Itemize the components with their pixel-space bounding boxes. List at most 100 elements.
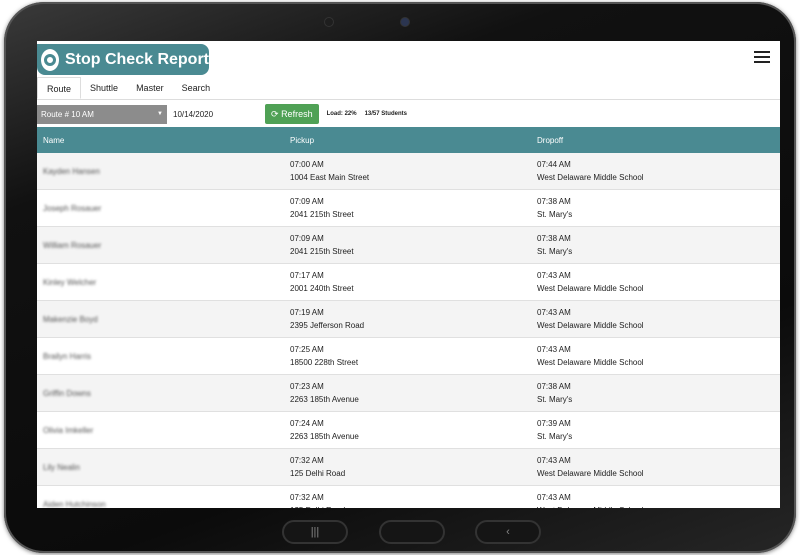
- table-header: Name Pickup Dropoff: [37, 127, 780, 153]
- student-name: Lily Nealin: [43, 462, 80, 472]
- dropoff-time: 07:43 AM: [537, 493, 571, 502]
- table-row[interactable]: Joseph Rosauer 07:09 AM 2041 215th Street 0…: [37, 190, 780, 227]
- logo-icon: [41, 48, 59, 71]
- pickup-time: 07:23 AM: [290, 382, 324, 391]
- student-name: Olivia Imkeller: [43, 425, 94, 435]
- dropoff-time: 07:44 AM: [537, 160, 571, 169]
- pickup-location: 2263 185th Avenue: [290, 432, 359, 441]
- recents-icon: |||: [310, 526, 320, 538]
- stop-table: Name Pickup Dropoff Kayden Hansen 07:00 A…: [37, 127, 780, 508]
- dropoff-cell: 07:43 AM West Delaware Middle School: [532, 486, 780, 508]
- dropoff-location: St. Mary's: [537, 247, 573, 256]
- column-header-name[interactable]: Name: [37, 136, 285, 145]
- recents-button[interactable]: |||: [282, 520, 348, 544]
- dropoff-cell: 07:43 AM West Delaware Middle School: [532, 338, 780, 374]
- tablet-frame: Stop Check Report Route Shuttle Master S…: [4, 2, 796, 553]
- pickup-time: 07:09 AM: [290, 197, 324, 206]
- pickup-time: 07:25 AM: [290, 345, 324, 354]
- pickup-cell: 07:25 AM 18500 228th Street: [285, 338, 532, 374]
- dropoff-location: St. Mary's: [537, 395, 573, 404]
- student-name: Joseph Rosauer: [43, 203, 102, 213]
- table-row[interactable]: Griffin Downs 07:23 AM 2263 185th Avenue 07…: [37, 375, 780, 412]
- dropoff-location: West Delaware Middle School: [537, 504, 780, 508]
- pickup-location: 125 Delhi Road: [290, 469, 346, 478]
- pickup-location: 2263 185th Avenue: [290, 395, 359, 404]
- dropoff-time: 07:39 AM: [537, 419, 571, 428]
- dropoff-time: 07:38 AM: [537, 234, 571, 243]
- pickup-cell: 07:09 AM 2041 215th Street: [285, 190, 532, 226]
- table-row[interactable]: Kinley Welcher 07:17 AM 2001 240th Street 0…: [37, 264, 780, 301]
- dropoff-location: West Delaware Middle School: [537, 284, 644, 293]
- table-row[interactable]: Kayden Hansen 07:00 AM 1004 East Main Stre…: [37, 153, 780, 190]
- dropoff-cell: 07:39 AM St. Mary's: [532, 412, 780, 448]
- app-header: Stop Check Report: [37, 41, 780, 77]
- dropoff-cell: 07:43 AM West Delaware Middle School: [532, 264, 780, 300]
- dropoff-location: West Delaware Middle School: [537, 358, 644, 367]
- refresh-button[interactable]: ⟳ Refresh: [265, 104, 319, 124]
- load-stat: Load: 22%: [326, 111, 357, 117]
- dropoff-cell: 07:38 AM St. Mary's: [532, 375, 780, 411]
- dropoff-time: 07:43 AM: [537, 456, 571, 465]
- pickup-location: 18500 228th Street: [290, 358, 359, 367]
- table-body: Kayden Hansen 07:00 AM 1004 East Main Stre…: [37, 153, 780, 508]
- dropoff-time: 07:38 AM: [537, 197, 571, 206]
- student-name-cell: Olivia Imkeller: [37, 412, 285, 448]
- student-name-cell: Lily Nealin: [37, 449, 285, 485]
- dropoff-location: West Delaware Middle School: [537, 469, 644, 478]
- refresh-label: Refresh: [281, 109, 313, 119]
- app-screen: Stop Check Report Route Shuttle Master S…: [37, 41, 780, 508]
- caret-down-icon: ▼: [157, 110, 163, 117]
- dropoff-time: 07:43 AM: [537, 271, 571, 280]
- student-name-cell: Brailyn Harris: [37, 338, 285, 374]
- table-row[interactable]: William Rosauer 07:09 AM 2041 215th Street…: [37, 227, 780, 264]
- filter-toolbar: Route # 10 AM ▼ 10/14/2020 ⟳ Refresh Loa…: [37, 102, 780, 126]
- hamburger-menu-icon[interactable]: [754, 51, 770, 63]
- route-select[interactable]: Route # 10 AM ▼: [37, 104, 167, 124]
- tab-master[interactable]: Master: [127, 77, 173, 99]
- dropoff-cell: 07:43 AM West Delaware Middle School: [532, 449, 780, 485]
- pickup-time: 07:24 AM: [290, 419, 324, 428]
- pickup-time: 07:32 AM: [290, 456, 324, 465]
- pickup-time: 07:19 AM: [290, 308, 324, 317]
- table-row[interactable]: Aiden Hutchinson07:32 AM125 Delhi Road07…: [37, 486, 780, 508]
- table-row[interactable]: Makenzie Boyd 07:19 AM 2395 Jefferson Road…: [37, 301, 780, 338]
- table-row[interactable]: Olivia Imkeller 07:24 AM 2263 185th Avenue…: [37, 412, 780, 449]
- dropoff-cell: 07:38 AM St. Mary's: [532, 227, 780, 263]
- tab-route[interactable]: Route: [37, 77, 82, 99]
- date-field[interactable]: 10/14/2020: [167, 105, 257, 124]
- student-name-cell: William Rosauer: [37, 227, 285, 263]
- pickup-cell: 07:23 AM 2263 185th Avenue: [285, 375, 532, 411]
- student-name: Kayden Hansen: [43, 166, 100, 176]
- pickup-location: 2001 240th Street: [290, 284, 354, 293]
- pickup-cell: 07:09 AM 2041 215th Street: [285, 227, 532, 263]
- student-name: Griffin Downs: [43, 388, 91, 398]
- dropoff-location: West Delaware Middle School: [537, 173, 644, 182]
- column-header-dropoff[interactable]: Dropoff: [532, 134, 780, 147]
- dropoff-location: St. Mary's: [537, 432, 573, 441]
- tab-shuttle[interactable]: Shuttle: [81, 77, 127, 99]
- tab-search[interactable]: Search: [173, 77, 220, 99]
- dropoff-cell: 07:43 AM West Delaware Middle School: [532, 301, 780, 337]
- student-name: William Rosauer: [43, 240, 102, 250]
- column-header-pickup[interactable]: Pickup: [285, 134, 532, 147]
- table-row[interactable]: Lily Nealin 07:32 AM 125 Delhi Road 07:43 A…: [37, 449, 780, 486]
- pickup-time: 07:17 AM: [290, 271, 324, 280]
- student-name-cell: Kayden Hansen: [37, 153, 285, 189]
- pickup-location: 125 Delhi Road: [290, 504, 532, 508]
- dropoff-time: 07:43 AM: [537, 345, 571, 354]
- tab-bar: Route Shuttle Master Search: [37, 77, 780, 100]
- table-row[interactable]: Brailyn Harris 07:25 AM 18500 228th Street…: [37, 338, 780, 375]
- student-name: Aiden Hutchinson: [43, 499, 106, 509]
- pickup-cell: 07:32 AM 125 Delhi Road: [285, 449, 532, 485]
- student-name: Brailyn Harris: [43, 351, 92, 361]
- home-button[interactable]: [379, 520, 445, 544]
- student-name-cell: Joseph Rosauer: [37, 190, 285, 226]
- pickup-time: 07:00 AM: [290, 160, 324, 169]
- student-name-cell: Makenzie Boyd: [37, 301, 285, 337]
- student-name-cell: Aiden Hutchinson: [37, 486, 285, 509]
- pickup-cell: 07:17 AM 2001 240th Street: [285, 264, 532, 300]
- page-title: Stop Check Report: [64, 50, 209, 68]
- back-button[interactable]: ‹: [475, 520, 541, 544]
- title-banner: Stop Check Report: [37, 44, 209, 75]
- route-select-value: Route # 10 AM: [41, 109, 94, 119]
